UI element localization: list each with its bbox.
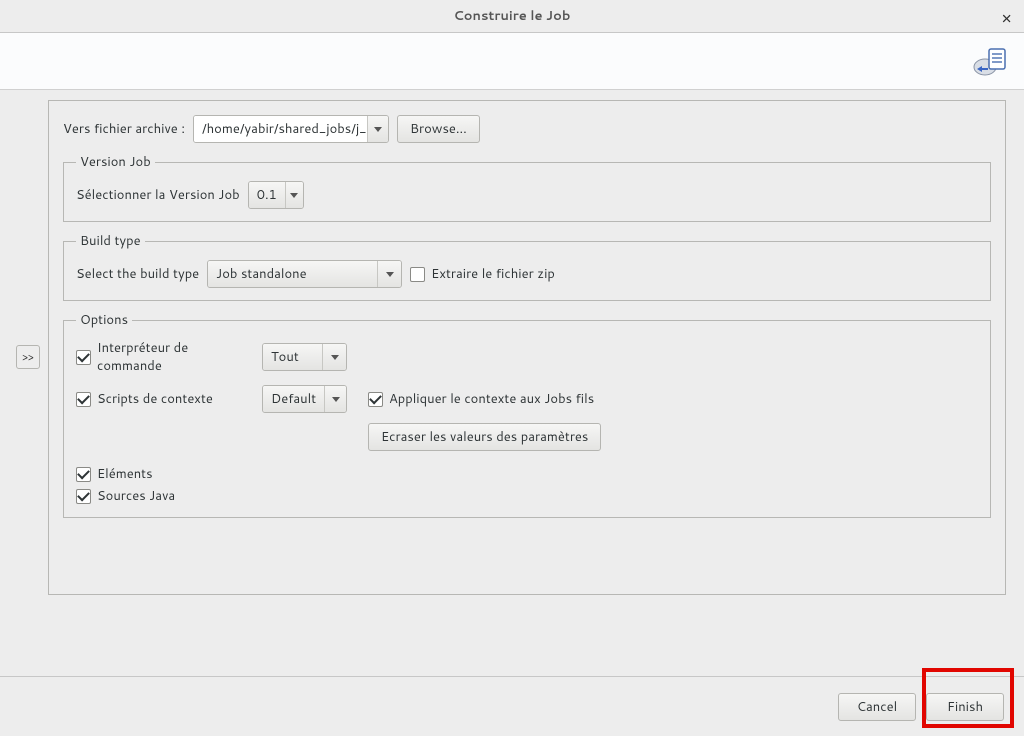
checkbox-icon bbox=[76, 467, 91, 482]
archive-path-combo[interactable]: /home/yabir/shared_jobs/j_hell bbox=[193, 115, 389, 143]
buildtype-fieldset: Build type Select the build type Job sta… bbox=[63, 232, 991, 301]
finish-button-label: Finish bbox=[947, 698, 983, 716]
version-combo[interactable]: 0.1 bbox=[248, 181, 304, 209]
checkbox-icon bbox=[410, 267, 425, 282]
header-banner bbox=[0, 33, 1024, 90]
body-area: >> Vers fichier archive : /home/yabir/sh… bbox=[0, 90, 1024, 736]
buildtype-value: Job standalone bbox=[208, 261, 377, 287]
checkbox-icon bbox=[76, 350, 91, 365]
version-fieldset: Version Job Sélectionner la Version Job … bbox=[63, 153, 991, 222]
buildtype-select-label: Select the build type bbox=[76, 265, 199, 283]
browse-button-label: Browse... bbox=[410, 120, 467, 138]
java-sources-label: Sources Java bbox=[97, 487, 175, 505]
archive-label: Vers fichier archive : bbox=[63, 120, 185, 138]
archive-path-value: /home/yabir/shared_jobs/j_hell bbox=[194, 116, 367, 142]
java-sources-checkbox[interactable]: Sources Java bbox=[76, 487, 175, 505]
archive-row: Vers fichier archive : /home/yabir/share… bbox=[63, 115, 991, 143]
checkbox-icon bbox=[368, 392, 383, 407]
cancel-button-label: Cancel bbox=[857, 698, 897, 716]
version-select-label: Sélectionner la Version Job bbox=[76, 186, 240, 204]
apply-context-checkbox[interactable]: Appliquer le contexte aux Jobs fils bbox=[368, 390, 978, 408]
elements-checkbox[interactable]: Eléments bbox=[76, 465, 153, 483]
chevron-right-icon: >> bbox=[22, 349, 34, 365]
main-panel: Vers fichier archive : /home/yabir/share… bbox=[48, 100, 1006, 595]
titlebar: Construire le Job × bbox=[0, 0, 1024, 33]
shell-interp-label: Interpréteur de commande bbox=[97, 339, 256, 375]
checkbox-icon bbox=[76, 392, 91, 407]
chevron-down-icon bbox=[367, 116, 388, 142]
context-scripts-value: Default bbox=[263, 386, 324, 412]
context-scripts-combo[interactable]: Default bbox=[262, 385, 347, 413]
finish-button[interactable]: Finish bbox=[926, 693, 1004, 721]
expand-sidebar-button[interactable]: >> bbox=[16, 345, 40, 369]
version-legend: Version Job bbox=[76, 153, 155, 171]
window-title: Construire le Job bbox=[454, 7, 571, 25]
extract-zip-label: Extraire le fichier zip bbox=[431, 265, 555, 283]
elements-label: Eléments bbox=[97, 465, 153, 483]
apply-context-label: Appliquer le contexte aux Jobs fils bbox=[389, 390, 594, 408]
chevron-down-icon bbox=[322, 344, 346, 370]
shell-interp-checkbox[interactable]: Interpréteur de commande bbox=[76, 339, 256, 375]
checkbox-icon bbox=[76, 489, 91, 504]
cancel-button[interactable]: Cancel bbox=[838, 693, 916, 721]
options-fieldset: Options Interpréteur de commande Tout Sc… bbox=[63, 311, 991, 518]
buildtype-combo[interactable]: Job standalone bbox=[207, 260, 402, 288]
chevron-down-icon bbox=[285, 182, 303, 208]
chevron-down-icon bbox=[324, 386, 346, 412]
close-icon[interactable]: × bbox=[1001, 6, 1012, 30]
context-scripts-label: Scripts de contexte bbox=[97, 390, 213, 408]
shell-interp-combo[interactable]: Tout bbox=[262, 343, 347, 371]
browse-button[interactable]: Browse... bbox=[397, 115, 480, 143]
buildtype-legend: Build type bbox=[76, 232, 145, 250]
chevron-down-icon bbox=[377, 261, 401, 287]
shell-interp-value: Tout bbox=[263, 344, 322, 370]
dialog-footer: Cancel Finish bbox=[0, 676, 1024, 736]
override-params-label: Ecraser les valeurs des paramètres bbox=[381, 428, 588, 446]
version-value: 0.1 bbox=[249, 182, 285, 208]
build-job-icon bbox=[973, 43, 1009, 79]
options-legend: Options bbox=[76, 311, 132, 329]
extract-zip-checkbox[interactable]: Extraire le fichier zip bbox=[410, 265, 555, 283]
dialog-window: Construire le Job × >> Vers fichier arch… bbox=[0, 0, 1024, 736]
override-params-button[interactable]: Ecraser les valeurs des paramètres bbox=[368, 423, 601, 451]
context-scripts-checkbox[interactable]: Scripts de contexte bbox=[76, 390, 256, 408]
